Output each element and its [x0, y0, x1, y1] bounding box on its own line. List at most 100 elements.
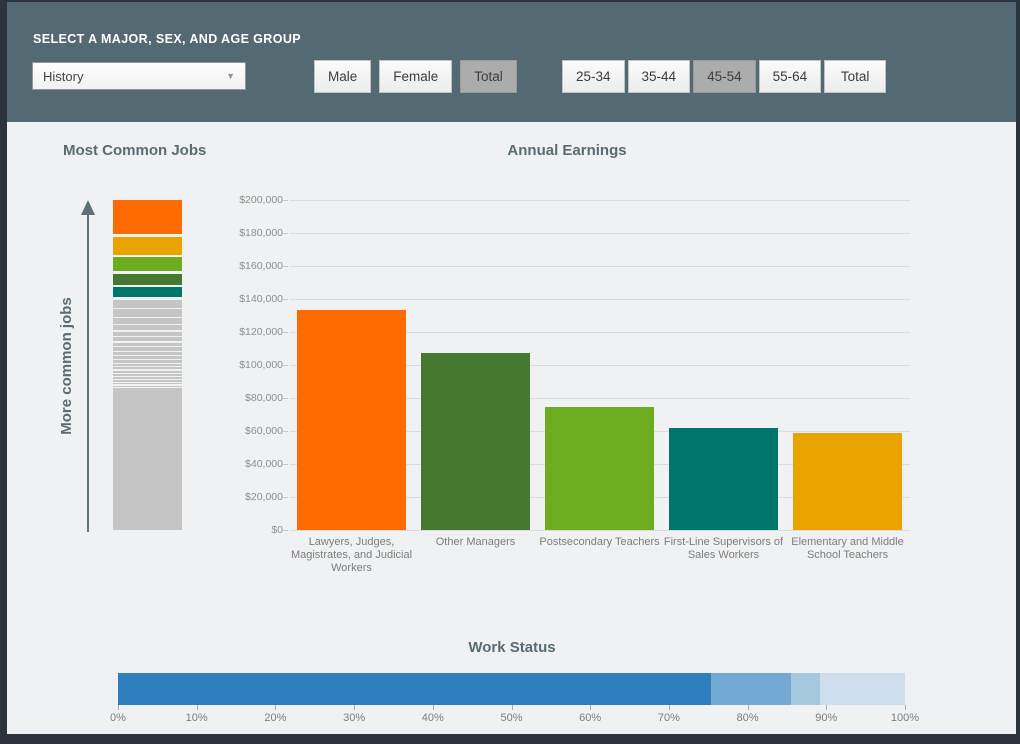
x-axis-tick-label: 30% — [332, 712, 376, 724]
x-axis-tick-label: 50% — [490, 712, 534, 724]
x-tick-mark-90% — [826, 705, 827, 710]
x-axis-tick-label: 10% — [175, 712, 219, 724]
age-button-25-34[interactable]: 25-34 — [562, 60, 625, 93]
sex-button-female[interactable]: Female — [379, 60, 452, 93]
x-axis-tick-label: 0% — [96, 712, 140, 724]
other-job-stripe-6[interactable] — [113, 343, 182, 347]
x-axis-tick-label: 100% — [883, 712, 927, 724]
work-status-segment-3[interactable] — [820, 673, 905, 705]
other-job-stripe-14[interactable] — [113, 374, 182, 376]
y-tick-mark — [283, 365, 288, 366]
sex-button-group: Male Female Total — [314, 60, 517, 93]
other-job-stripe-12[interactable] — [113, 367, 182, 369]
annual-earnings-y-axis: $0$20,000$40,000$60,000$80,000$100,000$1… — [183, 200, 283, 530]
major-dropdown-value: History — [43, 69, 83, 84]
most-common-jobs-stacked-bar — [113, 200, 182, 530]
earnings-bar-1[interactable] — [421, 353, 530, 530]
y-axis-tick-label: $200,000 — [183, 194, 283, 206]
category-label-1: Other Managers — [406, 536, 546, 549]
other-job-stripe-11[interactable] — [113, 364, 182, 366]
category-label-0: Lawyers, Judges, Magistrates, and Judici… — [282, 536, 422, 575]
other-job-stripe-1[interactable] — [113, 309, 182, 316]
y-axis-tick-label: $180,000 — [183, 227, 283, 239]
annual-earnings-title: Annual Earnings — [417, 142, 717, 159]
x-tick-mark-40% — [433, 705, 434, 710]
other-job-stripe-18[interactable] — [113, 386, 182, 388]
x-tick-mark-60% — [590, 705, 591, 710]
x-tick-mark-70% — [669, 705, 670, 710]
y-axis-tick-label: $140,000 — [183, 293, 283, 305]
category-label-4: Elementary and Middle School Teachers — [778, 536, 918, 562]
other-job-stripe-7[interactable] — [113, 347, 182, 350]
y-tick-mark — [283, 464, 288, 465]
job-segment-4[interactable] — [113, 287, 182, 297]
x-tick-mark-100% — [905, 705, 906, 710]
sex-button-male[interactable]: Male — [314, 60, 371, 93]
x-tick-mark-30% — [354, 705, 355, 710]
gridline-200000 — [290, 200, 910, 201]
gridline-180000 — [290, 233, 910, 234]
other-job-stripe-8[interactable] — [113, 352, 182, 355]
more-common-jobs-axis-label: More common jobs — [58, 201, 78, 531]
earnings-bar-4[interactable] — [793, 433, 902, 530]
other-job-stripe-13[interactable] — [113, 371, 182, 373]
sex-button-total[interactable]: Total — [460, 60, 517, 93]
category-label-3: First-Line Supervisors of Sales Workers — [654, 536, 794, 562]
earnings-bar-3[interactable] — [669, 428, 778, 530]
age-button-group: 25-34 35-44 45-54 55-64 Total — [562, 60, 886, 93]
other-job-stripe-16[interactable] — [113, 380, 182, 382]
y-tick-mark — [283, 398, 288, 399]
other-job-stripe-3[interactable] — [113, 325, 182, 330]
y-axis-tick-label: $0 — [183, 524, 283, 536]
age-button-55-64[interactable]: 55-64 — [759, 60, 822, 93]
other-job-stripe-9[interactable] — [113, 356, 182, 359]
major-dropdown[interactable]: History ▼ — [32, 62, 246, 90]
x-tick-mark-80% — [748, 705, 749, 710]
y-tick-mark — [283, 497, 288, 498]
y-tick-mark — [283, 266, 288, 267]
other-job-stripe-15[interactable] — [113, 377, 182, 379]
filter-panel: SELECT A MAJOR, SEX, AND AGE GROUP Histo… — [7, 2, 1016, 122]
y-tick-mark — [283, 431, 288, 432]
other-job-stripe-17[interactable] — [113, 383, 182, 385]
age-button-45-54[interactable]: 45-54 — [693, 60, 756, 93]
job-segment-3[interactable] — [113, 274, 182, 285]
work-status-x-axis: 0%10%20%30%40%50%60%70%80%90%100% — [118, 705, 905, 729]
y-axis-tick-label: $60,000 — [183, 425, 283, 437]
other-job-stripe-2[interactable] — [113, 318, 182, 324]
job-segment-2[interactable] — [113, 257, 182, 271]
gridline-160000 — [290, 266, 910, 267]
job-segment-1[interactable] — [113, 237, 182, 255]
gridline-140000 — [290, 299, 910, 300]
earnings-bar-2[interactable] — [545, 407, 654, 530]
work-status-segment-1[interactable] — [711, 673, 791, 705]
age-button-total[interactable]: Total — [824, 60, 886, 93]
y-axis-tick-label: $120,000 — [183, 326, 283, 338]
work-status-segment-2[interactable] — [791, 673, 820, 705]
y-tick-mark — [283, 332, 288, 333]
x-axis-tick-label: 40% — [411, 712, 455, 724]
work-status-segment-0[interactable] — [118, 673, 711, 705]
chevron-down-icon: ▼ — [226, 72, 235, 81]
job-segment-0[interactable] — [113, 200, 182, 234]
x-tick-mark-10% — [197, 705, 198, 710]
other-jobs-block[interactable] — [113, 388, 182, 530]
other-job-stripe-5[interactable] — [113, 337, 182, 341]
other-job-stripe-0[interactable] — [113, 300, 182, 309]
earnings-bar-0[interactable] — [297, 310, 406, 530]
y-tick-mark — [283, 233, 288, 234]
y-tick-mark — [283, 530, 288, 531]
y-axis-tick-label: $20,000 — [183, 491, 283, 503]
y-tick-mark — [283, 299, 288, 300]
x-axis-tick-label: 90% — [804, 712, 848, 724]
x-axis-tick-label: 80% — [726, 712, 770, 724]
category-label-2: Postsecondary Teachers — [530, 536, 670, 549]
x-tick-mark-50% — [512, 705, 513, 710]
x-tick-mark-0% — [118, 705, 119, 710]
other-job-stripe-4[interactable] — [113, 332, 182, 337]
other-job-stripe-10[interactable] — [113, 360, 182, 363]
y-axis-tick-label: $160,000 — [183, 260, 283, 272]
annual-earnings-plot: Lawyers, Judges, Magistrates, and Judici… — [290, 200, 910, 530]
age-button-35-44[interactable]: 35-44 — [628, 60, 691, 93]
x-axis-tick-label: 20% — [253, 712, 297, 724]
